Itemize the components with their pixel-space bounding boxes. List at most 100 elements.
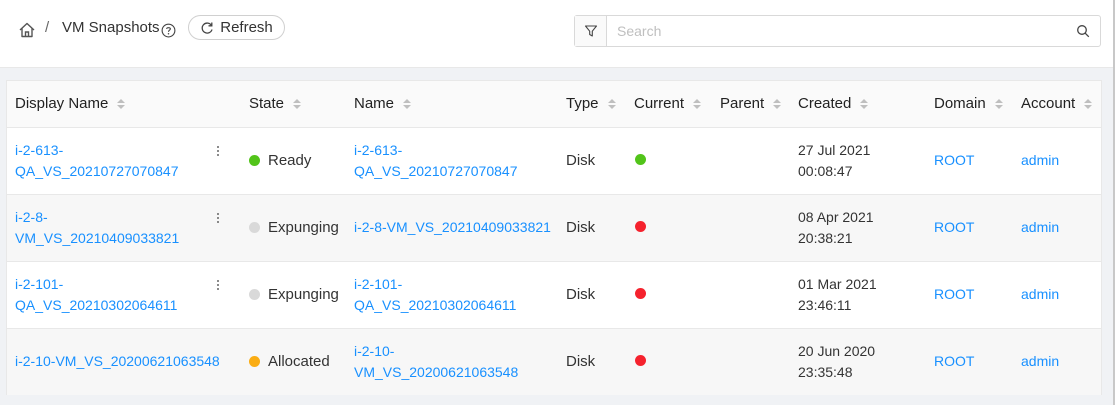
domain-link[interactable]: ROOT <box>934 219 974 235</box>
account-cell: admin <box>1021 194 1101 261</box>
state-dot-icon <box>249 221 260 233</box>
type-cell: Disk <box>566 152 596 169</box>
column-title: State <box>249 95 285 113</box>
sort-icon[interactable] <box>607 98 616 109</box>
column-header-type[interactable]: Type <box>566 81 634 127</box>
table-row: i-2-101- QA_VS_20210302064611 Expunging i… <box>7 261 1101 328</box>
parent-cell <box>720 261 798 328</box>
domain-cell: ROOT <box>934 261 1021 328</box>
state-dot-icon <box>249 355 260 367</box>
sort-icon[interactable] <box>693 98 702 109</box>
sort-icon[interactable] <box>860 98 869 109</box>
sort-icon[interactable] <box>994 98 1003 109</box>
account-link[interactable]: admin <box>1021 353 1059 369</box>
state-cell: Ready <box>249 127 354 194</box>
display-name-link[interactable]: i-2-8- VM_VS_20210409033821 <box>15 209 179 246</box>
search-box <box>574 15 1101 47</box>
state-label: Expunging <box>268 285 339 303</box>
column-header-state[interactable]: State <box>249 81 354 127</box>
more-actions-icon[interactable] <box>217 212 219 223</box>
current-cell <box>634 194 720 261</box>
snapshots-table-card: Display Name State Name Type Current Par… <box>6 80 1102 395</box>
page-header: / VM Snapshots Refresh <box>0 0 1115 68</box>
sort-icon[interactable] <box>403 98 412 109</box>
display-name-link[interactable]: i-2-10-VM_VS_20200621063548 <box>15 353 220 369</box>
name-cell: i-2-10- VM_VS_20200621063548 <box>354 328 566 395</box>
display-name-cell: i-2-10-VM_VS_20200621063548 <box>7 328 249 395</box>
created-cell: 08 Apr 2021 20:38:21 <box>798 208 874 246</box>
sort-icon[interactable] <box>117 98 126 109</box>
column-title: Type <box>566 95 599 113</box>
table-header-row: Display Name State Name Type Current Par… <box>7 81 1101 127</box>
refresh-button[interactable]: Refresh <box>188 15 285 40</box>
current-cell <box>634 328 720 395</box>
refresh-label: Refresh <box>220 19 273 36</box>
name-cell: i-2-101- QA_VS_20210302064611 <box>354 261 566 328</box>
domain-cell: ROOT <box>934 127 1021 194</box>
sort-icon[interactable] <box>1084 98 1093 109</box>
state-label: Allocated <box>268 352 330 370</box>
name-link[interactable]: i-2-10- VM_VS_20200621063548 <box>354 343 518 380</box>
column-title: Display Name <box>15 95 109 113</box>
column-title: Parent <box>720 95 765 113</box>
domain-cell: ROOT <box>934 194 1021 261</box>
page-title: VM Snapshots <box>62 19 160 36</box>
current-dot-icon <box>635 154 646 165</box>
display-name-cell: i-2-613- QA_VS_20210727070847 <box>7 127 249 194</box>
sort-icon[interactable] <box>773 98 782 109</box>
column-header-name[interactable]: Name <box>354 81 566 127</box>
state-dot-icon <box>249 288 260 300</box>
column-header-parent[interactable]: Parent <box>720 81 798 127</box>
column-title: Domain <box>934 95 986 113</box>
account-link[interactable]: admin <box>1021 152 1059 168</box>
refresh-icon <box>201 21 213 34</box>
account-link[interactable]: admin <box>1021 219 1059 235</box>
state-cell: Expunging <box>249 194 354 261</box>
state-cell: Expunging <box>249 261 354 328</box>
breadcrumb-separator: / <box>45 19 50 36</box>
search-button[interactable] <box>1066 16 1100 46</box>
type-cell: Disk <box>566 286 596 303</box>
current-cell <box>634 127 720 194</box>
column-header-account[interactable]: Account <box>1021 81 1101 127</box>
column-header-current[interactable]: Current <box>634 81 720 127</box>
parent-cell <box>720 127 798 194</box>
column-title: Created <box>798 95 852 113</box>
state-cell: Allocated <box>249 328 354 395</box>
domain-link[interactable]: ROOT <box>934 353 974 369</box>
parent-cell <box>720 328 798 395</box>
search-input[interactable] <box>607 16 1066 46</box>
name-link[interactable]: i-2-8-VM_VS_20210409033821 <box>354 219 551 235</box>
column-header-created[interactable]: Created <box>798 81 934 127</box>
current-dot-icon <box>635 288 646 299</box>
display-name-cell: i-2-8- VM_VS_20210409033821 <box>7 194 249 261</box>
account-link[interactable]: admin <box>1021 286 1059 302</box>
name-link[interactable]: i-2-613- QA_VS_20210727070847 <box>354 142 517 179</box>
more-actions-icon[interactable] <box>217 279 219 290</box>
search-icon <box>1077 25 1090 38</box>
domain-link[interactable]: ROOT <box>934 152 974 168</box>
state-label: Expunging <box>268 218 339 236</box>
table-row: i-2-8- VM_VS_20210409033821 Expunging i-2… <box>7 194 1101 261</box>
table-row: i-2-10-VM_VS_20200621063548 Allocated i-… <box>7 328 1101 395</box>
help-icon[interactable] <box>161 23 176 38</box>
name-link[interactable]: i-2-101- QA_VS_20210302064611 <box>354 276 516 313</box>
created-cell: 20 Jun 2020 23:35:48 <box>798 342 876 380</box>
home-icon[interactable] <box>18 21 36 39</box>
display-name-link[interactable]: i-2-101- QA_VS_20210302064611 <box>15 276 177 313</box>
snapshots-table: Display Name State Name Type Current Par… <box>7 81 1101 395</box>
filter-icon <box>584 25 597 37</box>
display-name-link[interactable]: i-2-613- QA_VS_20210727070847 <box>15 142 178 179</box>
name-cell: i-2-8-VM_VS_20210409033821 <box>354 194 566 261</box>
type-cell: Disk <box>566 219 596 236</box>
column-title: Current <box>634 95 685 113</box>
state-label: Ready <box>268 151 312 169</box>
sort-icon[interactable] <box>293 98 302 109</box>
column-title: Account <box>1021 95 1076 113</box>
filter-button[interactable] <box>575 16 607 46</box>
column-header-domain[interactable]: Domain <box>934 81 1021 127</box>
more-actions-icon[interactable] <box>217 145 219 156</box>
account-cell: admin <box>1021 261 1101 328</box>
domain-link[interactable]: ROOT <box>934 286 974 302</box>
column-header-display-name[interactable]: Display Name <box>7 81 249 127</box>
